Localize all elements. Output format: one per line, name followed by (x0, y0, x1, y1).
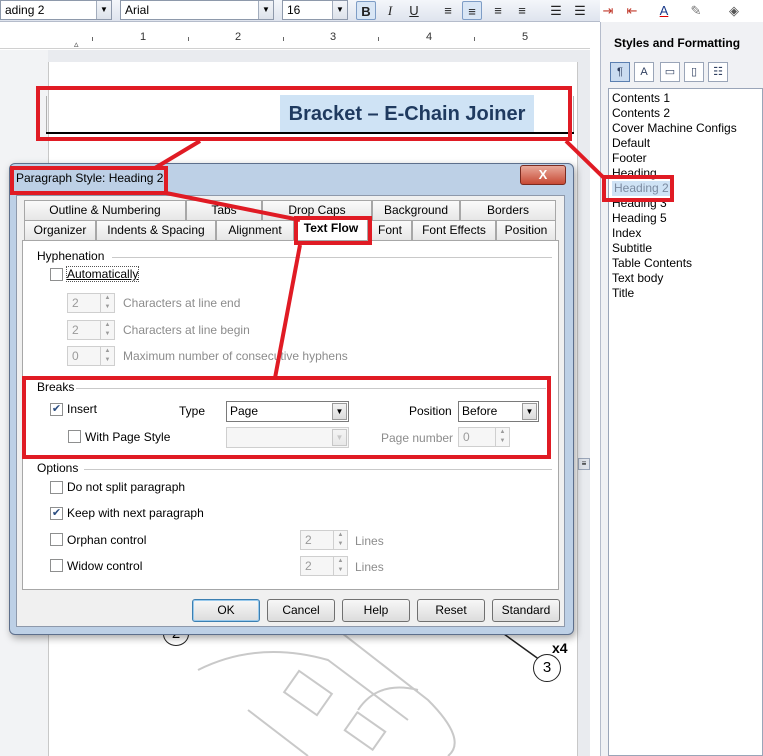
annotation-connectors (153, 139, 606, 379)
